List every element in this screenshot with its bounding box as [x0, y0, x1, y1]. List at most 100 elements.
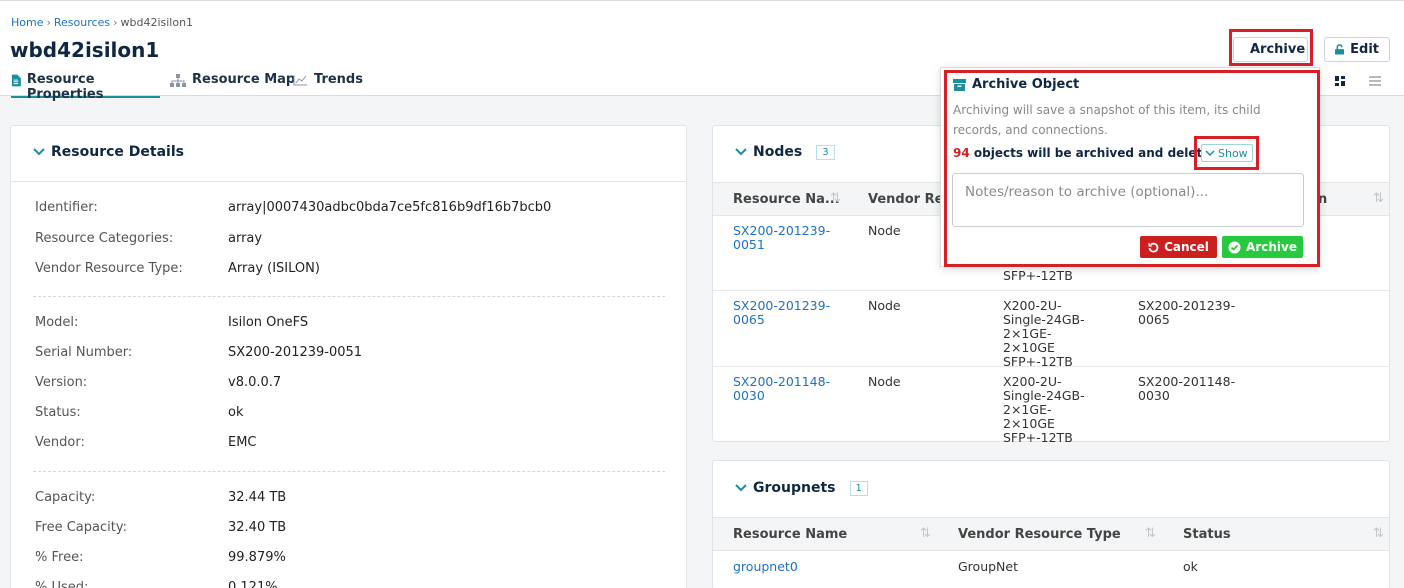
node-model: X200-2U-Single-24GB-2×1GE-2×10GE SFP+-12…: [1003, 298, 1085, 369]
list-view-icon[interactable]: [1365, 71, 1385, 91]
archive-notes-input[interactable]: [952, 173, 1304, 227]
sort-icon[interactable]: ⇅: [830, 191, 841, 206]
table-row: SX200-201239-0065 Node X200-2U-Single-24…: [713, 291, 1389, 369]
resource-details-header[interactable]: Resource Details: [33, 144, 184, 160]
table-row: SX200-201148-0030 Node X200-2U-Single-24…: [713, 367, 1389, 445]
node-model: SFP+-12TB: [1003, 268, 1073, 283]
detail-value: SX200-201239-0051: [228, 345, 363, 360]
breadcrumb-home-link[interactable]: Home: [11, 16, 43, 29]
resource-details-panel: Resource Details Identifier: array|000743…: [10, 125, 687, 588]
column-header-resource-name[interactable]: Resource Name: [733, 527, 847, 542]
sort-icon[interactable]: ⇅: [1373, 191, 1384, 206]
tab-resource-map[interactable]: Resource Map: [170, 72, 295, 98]
detail-key: Vendor Resource Type:: [35, 261, 183, 276]
popover-title: Archive Object: [953, 77, 1079, 92]
breadcrumb-separator: ›: [46, 16, 51, 29]
detail-row-percent-used: % Used: 0.121%: [35, 580, 278, 588]
detail-row-vendor-type: Vendor Resource Type: Array (ISILON): [35, 261, 320, 276]
column-header-vendor-resource-type[interactable]: Vendor Res: [868, 192, 951, 207]
nodes-header[interactable]: Nodes 3: [735, 144, 835, 160]
sitemap-icon: [170, 74, 186, 87]
divider: [11, 181, 686, 182]
detail-value: 32.44 TB: [228, 490, 287, 505]
divider: [33, 471, 665, 472]
groupnet-link[interactable]: groupnet0: [733, 559, 798, 574]
line-chart-icon: [293, 75, 307, 86]
detail-value: 32.40 TB: [228, 520, 287, 535]
nodes-count-badge: 3: [816, 144, 835, 160]
document-icon: [11, 74, 21, 87]
grid-view-icon[interactable]: [1330, 71, 1350, 91]
detail-key: Identifier:: [35, 200, 98, 215]
breadcrumb-resources-link[interactable]: Resources: [54, 16, 110, 29]
node-type: Node: [868, 374, 901, 389]
detail-row-version: Version: v8.0.0.7: [35, 375, 281, 390]
node-link[interactable]: SX200-201148-0030: [733, 374, 830, 403]
detail-row-vendor: Vendor: EMC: [35, 435, 257, 450]
detail-key: Free Capacity:: [35, 520, 127, 535]
sort-icon[interactable]: ⇅: [1145, 526, 1156, 541]
detail-row-categories: Resource Categories: array: [35, 231, 262, 246]
breadcrumb-current: wbd42isilon1: [120, 16, 194, 29]
detail-key: Status:: [35, 405, 81, 420]
archive-button[interactable]: Archive: [1233, 37, 1308, 62]
detail-value: array|0007430adbc0bda7ce5fc816b9df16b7bc…: [228, 200, 552, 215]
detail-key: Capacity:: [35, 490, 96, 505]
archive-count: 94: [953, 146, 970, 160]
show-objects-button[interactable]: Show: [1201, 144, 1253, 162]
groupnets-count-badge: 1: [849, 480, 868, 496]
groupnet-status: ok: [1183, 559, 1198, 574]
detail-key: % Used:: [35, 580, 89, 588]
page-title: wbd42isilon1: [10, 38, 160, 62]
divider: [33, 296, 665, 297]
archive-button-label: Archive: [1250, 42, 1306, 57]
node-model: X200-2U-Single-24GB-2×1GE-2×10GE SFP+-12…: [1003, 374, 1085, 445]
confirm-archive-button[interactable]: Archive: [1222, 236, 1303, 258]
sort-icon[interactable]: ⇅: [1373, 526, 1384, 541]
archive-box-icon: [953, 78, 966, 91]
undo-icon: [1148, 242, 1159, 252]
detail-row-status: Status: ok: [35, 405, 243, 420]
nodes-title: Nodes: [753, 144, 803, 160]
node-link[interactable]: SX200-201239-0051: [733, 223, 830, 252]
detail-value: ok: [228, 405, 244, 420]
breadcrumb: Home › Resources › wbd42isilon1: [11, 16, 193, 29]
popover-description: Archiving will save a snapshot of this i…: [953, 103, 1261, 137]
cancel-button-label: Cancel: [1164, 240, 1209, 254]
detail-row-model: Model: Isilon OneFS: [35, 315, 308, 330]
detail-value: 99.879%: [228, 550, 286, 565]
detail-row-serial: Serial Number: SX200-201239-0051: [35, 345, 362, 360]
detail-key: Version:: [35, 375, 88, 390]
chevron-down-icon: [1205, 149, 1215, 156]
chevron-down-icon: [735, 148, 747, 156]
detail-row-capacity: Capacity: 32.44 TB: [35, 490, 286, 505]
detail-value: Array (ISILON): [228, 261, 320, 276]
detail-value: Isilon OneFS: [228, 315, 309, 330]
node-link[interactable]: SX200-201239-0065: [733, 298, 830, 327]
node-type: Node: [868, 298, 901, 313]
detail-key: Model:: [35, 315, 79, 330]
column-header-resource-name[interactable]: Resource Na...: [733, 192, 840, 207]
detail-key: Vendor:: [35, 435, 85, 450]
sort-icon[interactable]: ⇅: [920, 526, 931, 541]
detail-key: Resource Categories:: [35, 231, 174, 246]
tab-resource-properties[interactable]: Resource Properties: [11, 72, 160, 102]
groupnets-panel: Groupnets 1 Resource Name ⇅ Vendor Resou…: [712, 460, 1390, 588]
tab-trends[interactable]: Trends: [293, 72, 363, 98]
detail-row-free-capacity: Free Capacity: 32.40 TB: [35, 520, 286, 535]
groupnets-header[interactable]: Groupnets 1: [735, 480, 868, 496]
tab-label: Trends: [314, 72, 363, 87]
groupnets-table-header: Resource Name ⇅ Vendor Resource Type ⇅ S…: [713, 517, 1389, 551]
detail-row-identifier: Identifier: array|0007430adbc0bda7ce5fc81…: [35, 200, 551, 215]
column-header-status[interactable]: Status: [1183, 527, 1231, 542]
groupnet-type: GroupNet: [958, 559, 1018, 574]
resource-details-title: Resource Details: [51, 144, 184, 160]
tab-label: Resource Properties: [26, 72, 104, 102]
node-type: Node: [868, 223, 901, 238]
cancel-button[interactable]: Cancel: [1140, 236, 1217, 258]
archive-count-line: 94 objects will be archived and deleted.: [953, 146, 1224, 160]
edit-button[interactable]: Edit: [1324, 37, 1390, 62]
archive-count-text: objects will be archived and deleted.: [969, 146, 1224, 160]
column-header-vendor-resource-type[interactable]: Vendor Resource Type: [958, 527, 1121, 542]
table-row: groupnet0 GroupNet ok: [713, 551, 1389, 585]
